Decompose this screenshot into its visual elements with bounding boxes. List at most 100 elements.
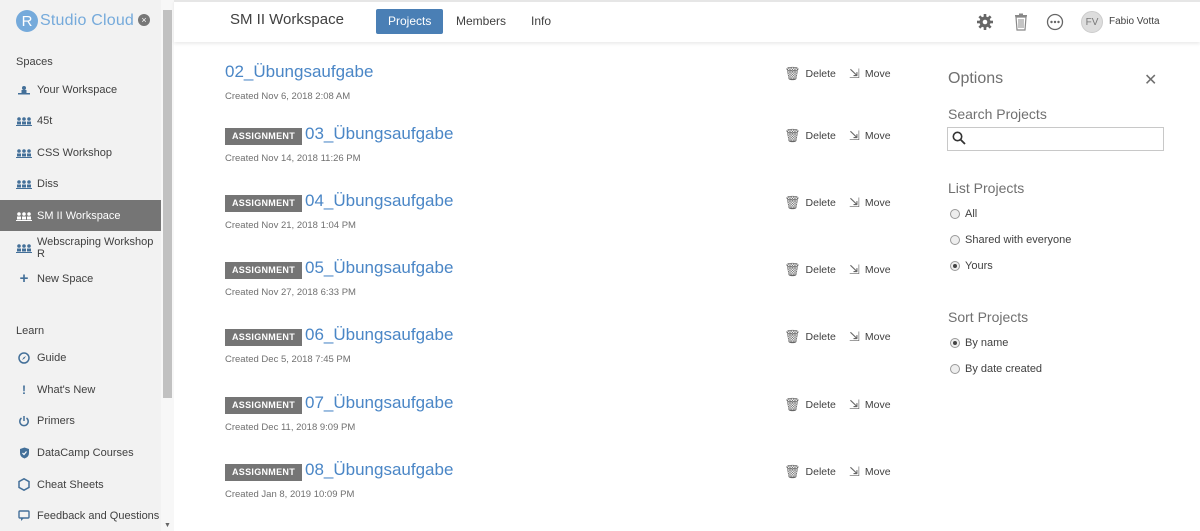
nav-your-workspace[interactable]: Your Workspace (0, 74, 161, 105)
radio-sort-name[interactable]: By name (950, 337, 1008, 349)
delete-button[interactable]: 🗑 Delete (784, 464, 836, 480)
delete-button[interactable]: 🗑 Delete (784, 329, 836, 345)
nav-cheat-sheets[interactable]: Cheat Sheets (0, 469, 161, 500)
close-sidebar-icon[interactable]: × (138, 14, 150, 26)
move-button[interactable]: ⇲ Move (849, 195, 891, 211)
move-icon: ⇲ (849, 128, 860, 143)
avatar[interactable]: FV (1081, 11, 1103, 33)
project-title-link[interactable]: 06_Übungsaufgabe (305, 325, 453, 345)
project-row: ASSIGNMENT 03_Übungsaufgabe Created Nov … (225, 124, 905, 178)
nav-whats-new[interactable]: ! What's New (0, 374, 161, 405)
radio-button[interactable] (950, 209, 960, 219)
project-created: Created Jan 8, 2019 10:09 PM (225, 489, 355, 500)
project-row: ASSIGNMENT 07_Übungsaufgabe Created Dec … (225, 393, 905, 447)
nav-diss[interactable]: Diss (0, 168, 161, 199)
group-icon (16, 211, 32, 221)
group-icon (16, 179, 32, 189)
nav-sm-ii-workspace[interactable]: SM II Workspace (0, 200, 161, 231)
project-row: ASSIGNMENT 06_Übungsaufgabe Created Dec … (225, 325, 905, 379)
project-title-link[interactable]: 07_Übungsaufgabe (305, 393, 453, 413)
radio-button-selected[interactable] (950, 338, 960, 348)
move-icon: ⇲ (849, 195, 860, 210)
move-button[interactable]: ⇲ Move (849, 66, 891, 82)
search-projects-box[interactable] (947, 127, 1164, 151)
delete-button[interactable]: 🗑 Delete (784, 397, 836, 413)
nav-css-workshop[interactable]: CSS Workshop (0, 137, 161, 168)
nav-new-space[interactable]: + New Space (0, 263, 161, 294)
brand-logo[interactable]: R Studio Cloud (16, 9, 134, 33)
delete-label: Delete (805, 130, 836, 142)
delete-button[interactable]: 🗑 Delete (784, 66, 836, 82)
project-title-link[interactable]: 02_Übungsaufgabe (225, 62, 373, 82)
workspace-title: SM II Workspace (230, 11, 344, 28)
nav-feedback[interactable]: Feedback and Questions (0, 500, 161, 531)
tab-projects[interactable]: Projects (376, 9, 444, 34)
exclamation-icon: ! (22, 382, 26, 397)
nav-45t[interactable]: 45t (0, 105, 161, 136)
delete-button[interactable]: 🗑 Delete (784, 195, 836, 211)
group-icon (16, 116, 32, 126)
move-icon: ⇲ (849, 66, 860, 81)
spaces-heading: Spaces (16, 56, 53, 68)
radio-list-yours[interactable]: Yours (950, 260, 993, 272)
project-title-link[interactable]: 05_Übungsaufgabe (305, 258, 453, 278)
rstudio-logo-icon: R (16, 10, 38, 32)
nav-guide[interactable]: Guide (0, 342, 161, 373)
delete-button[interactable]: 🗑 Delete (784, 128, 836, 144)
trash-icon: 🗑 (784, 66, 801, 81)
move-icon: ⇲ (849, 262, 860, 277)
nav-webscraping-workshop[interactable]: Webscraping Workshop R (0, 232, 161, 263)
radio-button[interactable] (950, 235, 960, 245)
delete-label: Delete (805, 264, 836, 276)
trash-icon: 🗑 (784, 397, 801, 412)
delete-label: Delete (805, 331, 836, 343)
nav-label: 45t (37, 114, 53, 127)
sidebar-scrollbar[interactable]: ▼ (161, 0, 174, 531)
move-label: Move (864, 197, 891, 209)
radio-list-shared[interactable]: Shared with everyone (950, 234, 1071, 246)
move-button[interactable]: ⇲ Move (849, 397, 891, 413)
delete-label: Delete (805, 399, 836, 411)
radio-sort-date[interactable]: By date created (950, 363, 1042, 375)
close-icon[interactable]: ✕ (1144, 70, 1157, 90)
project-row: ASSIGNMENT 08_Übungsaufgabe Created Jan … (225, 460, 905, 514)
project-created: Created Nov 14, 2018 11:26 PM (225, 153, 361, 164)
radio-label: By date created (965, 363, 1043, 375)
move-button[interactable]: ⇲ Move (849, 262, 891, 278)
tab-members[interactable]: Members (444, 9, 518, 34)
project-created: Created Dec 5, 2018 7:45 PM (225, 354, 351, 365)
project-title-link[interactable]: 03_Übungsaufgabe (305, 124, 453, 144)
assignment-badge: ASSIGNMENT (225, 464, 303, 481)
radio-label: By name (965, 337, 1009, 349)
nav-label: CSS Workshop (37, 146, 112, 159)
scroll-down-icon[interactable]: ▼ (161, 521, 174, 531)
radio-label: All (965, 208, 978, 220)
search-projects-heading: Search Projects (948, 106, 1047, 122)
radio-button[interactable] (950, 364, 960, 374)
more-options-icon[interactable] (1046, 13, 1064, 31)
assignment-badge: ASSIGNMENT (225, 329, 303, 346)
nav-primers[interactable]: Primers (0, 405, 161, 436)
search-input[interactable] (970, 130, 1160, 148)
move-button[interactable]: ⇲ Move (849, 464, 891, 480)
move-button[interactable]: ⇲ Move (849, 329, 891, 345)
move-button[interactable]: ⇲ Move (849, 128, 891, 144)
nav-label: New Space (37, 272, 94, 285)
radio-button-selected[interactable] (950, 261, 960, 271)
project-title-link[interactable]: 04_Übungsaufgabe (305, 191, 453, 211)
radio-list-all[interactable]: All (950, 208, 977, 220)
move-label: Move (864, 264, 891, 276)
gear-icon[interactable] (976, 13, 994, 31)
nav-label: Primers (37, 414, 75, 427)
assignment-badge: ASSIGNMENT (225, 397, 303, 414)
assignment-badge: ASSIGNMENT (225, 262, 303, 279)
project-title-link[interactable]: 08_Übungsaufgabe (305, 460, 453, 480)
nav-datacamp-courses[interactable]: DataCamp Courses (0, 437, 161, 468)
plus-icon: + (19, 270, 29, 287)
delete-button[interactable]: 🗑 Delete (784, 262, 836, 278)
tab-info[interactable]: Info (519, 9, 563, 34)
project-row: ASSIGNMENT 05_Übungsaufgabe Created Nov … (225, 258, 905, 312)
trash-icon[interactable] (1012, 13, 1030, 31)
username[interactable]: Fabio Votta (1109, 16, 1160, 27)
scrollbar-thumb[interactable] (163, 10, 172, 398)
